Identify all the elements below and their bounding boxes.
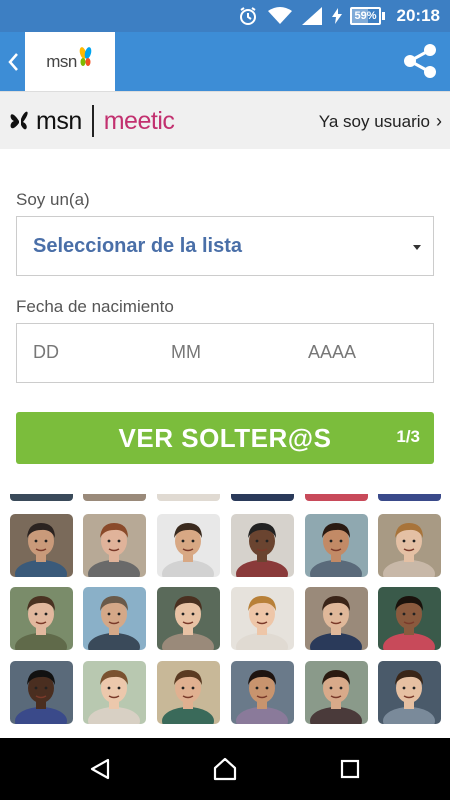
dob-month-input[interactable]: MM: [171, 342, 201, 363]
signal-icon: [302, 7, 323, 25]
msn-logo: msn: [25, 32, 115, 91]
profile-photo[interactable]: [231, 514, 294, 577]
chevron-left-icon: [8, 53, 18, 71]
profile-photo[interactable]: [83, 587, 146, 650]
profile-photo[interactable]: [231, 661, 294, 724]
profile-photo-partial: [83, 494, 146, 501]
battery-percentage: 59%: [354, 10, 377, 22]
profile-photo-partial: [231, 494, 294, 501]
dob-year-input[interactable]: AAAA: [308, 342, 356, 363]
app-bar: msn: [0, 32, 450, 91]
gender-label: Soy un(a): [16, 190, 90, 209]
msn-brand-text: msn: [36, 106, 82, 135]
alarm-icon: [238, 6, 258, 26]
profile-photo[interactable]: [10, 661, 73, 724]
gender-select-value: Seleccionar de la lista: [33, 235, 242, 257]
photo-strip-partial: [10, 494, 441, 501]
dropdown-caret-icon: [413, 245, 421, 250]
battery-icon: 59%: [350, 7, 385, 25]
step-indicator: 1/3: [396, 427, 420, 446]
butterfly-icon: [79, 46, 92, 66]
view-singles-label: VER SOLTER@S: [118, 423, 332, 453]
profile-photo[interactable]: [83, 661, 146, 724]
back-triangle-icon: [90, 758, 110, 780]
profile-photo[interactable]: [378, 661, 441, 724]
profile-photo-partial: [157, 494, 220, 501]
view-singles-button[interactable]: VER SOLTER@S 1/3: [16, 412, 434, 464]
system-nav-bar: [0, 738, 450, 800]
wifi-icon: [268, 7, 293, 25]
profile-photo[interactable]: [157, 514, 220, 577]
nav-back-button[interactable]: [80, 749, 120, 789]
profile-photo[interactable]: [378, 514, 441, 577]
profile-photo[interactable]: [305, 587, 368, 650]
existing-user-link-label: Ya soy usuario: [318, 111, 430, 131]
gender-select[interactable]: Seleccionar de la lista: [16, 216, 434, 276]
profile-photo-partial: [10, 494, 73, 501]
profile-photo[interactable]: [157, 587, 220, 650]
nav-recents-button[interactable]: [330, 749, 370, 789]
profile-photo[interactable]: [157, 661, 220, 724]
chevron-right-icon: ›: [436, 111, 442, 131]
profile-photo-grid: [0, 494, 450, 738]
profile-photo[interactable]: [378, 587, 441, 650]
butterfly-icon: [10, 111, 28, 130]
brand-divider: [91, 105, 94, 137]
profile-photo[interactable]: [231, 587, 294, 650]
share-icon: [404, 44, 436, 78]
profile-photo-partial: [305, 494, 368, 501]
status-time: 20:18: [396, 6, 440, 25]
nav-home-button[interactable]: [205, 749, 245, 789]
profile-photo[interactable]: [305, 661, 368, 724]
profile-photo[interactable]: [305, 514, 368, 577]
dob-field: DD MM AAAA: [16, 323, 434, 383]
status-bar: 59% 20:18: [0, 0, 450, 32]
signup-form: Soy un(a) Seleccionar de la lista Fecha …: [0, 149, 450, 494]
logo-text: msn: [46, 51, 77, 71]
msn-meetic-logo: msn meetic: [8, 104, 175, 138]
existing-user-link[interactable]: Ya soy usuario ›: [319, 111, 442, 132]
dob-label: Fecha de nacimiento: [16, 297, 174, 316]
brand-bar: msn meetic Ya soy usuario ›: [0, 91, 450, 149]
home-icon: [213, 757, 237, 781]
profile-photo-partial: [378, 494, 441, 501]
meetic-brand-text: meetic: [103, 106, 175, 135]
recents-square-icon: [340, 759, 360, 779]
charging-icon: [332, 8, 343, 24]
share-button[interactable]: [398, 39, 442, 83]
profile-photo[interactable]: [10, 514, 73, 577]
profile-photo[interactable]: [10, 587, 73, 650]
dob-day-input[interactable]: DD: [33, 342, 59, 363]
profile-photo[interactable]: [83, 514, 146, 577]
back-button[interactable]: [4, 46, 22, 78]
